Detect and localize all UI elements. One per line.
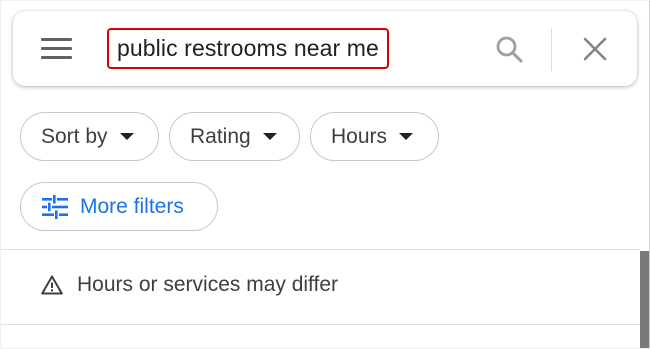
- caret-down-icon: [262, 133, 277, 140]
- hours-label: Hours: [331, 124, 388, 148]
- search-bar: public restrooms near me: [13, 11, 637, 86]
- hours-notice: Hours or services may differ: [41, 273, 338, 297]
- search-bar-divider: [551, 28, 552, 71]
- maps-panel: public restrooms near me Sort by Rating …: [1, 1, 650, 348]
- sliders-tune-icon: [42, 194, 68, 219]
- caret-down-icon: [119, 133, 134, 140]
- sort-by-label: Sort by: [41, 124, 108, 148]
- close-icon[interactable]: [583, 37, 607, 61]
- section-divider: [1, 324, 640, 325]
- hours-chip[interactable]: Hours: [310, 112, 439, 161]
- search-query-text: public restrooms near me: [117, 35, 379, 61]
- more-filters-label: More filters: [80, 194, 184, 218]
- sort-by-chip[interactable]: Sort by: [20, 112, 159, 161]
- search-icon[interactable]: [495, 35, 523, 63]
- section-divider: [1, 249, 640, 250]
- search-input[interactable]: public restrooms near me: [107, 28, 389, 69]
- rating-chip[interactable]: Rating: [169, 112, 300, 161]
- warning-icon: [41, 275, 63, 295]
- rating-label: Rating: [190, 124, 251, 148]
- scrollbar-thumb[interactable]: [640, 251, 649, 348]
- hamburger-menu-icon[interactable]: [41, 38, 72, 60]
- caret-down-icon: [399, 133, 414, 140]
- more-filters-button[interactable]: More filters: [20, 182, 218, 231]
- notice-text: Hours or services may differ: [77, 273, 339, 296]
